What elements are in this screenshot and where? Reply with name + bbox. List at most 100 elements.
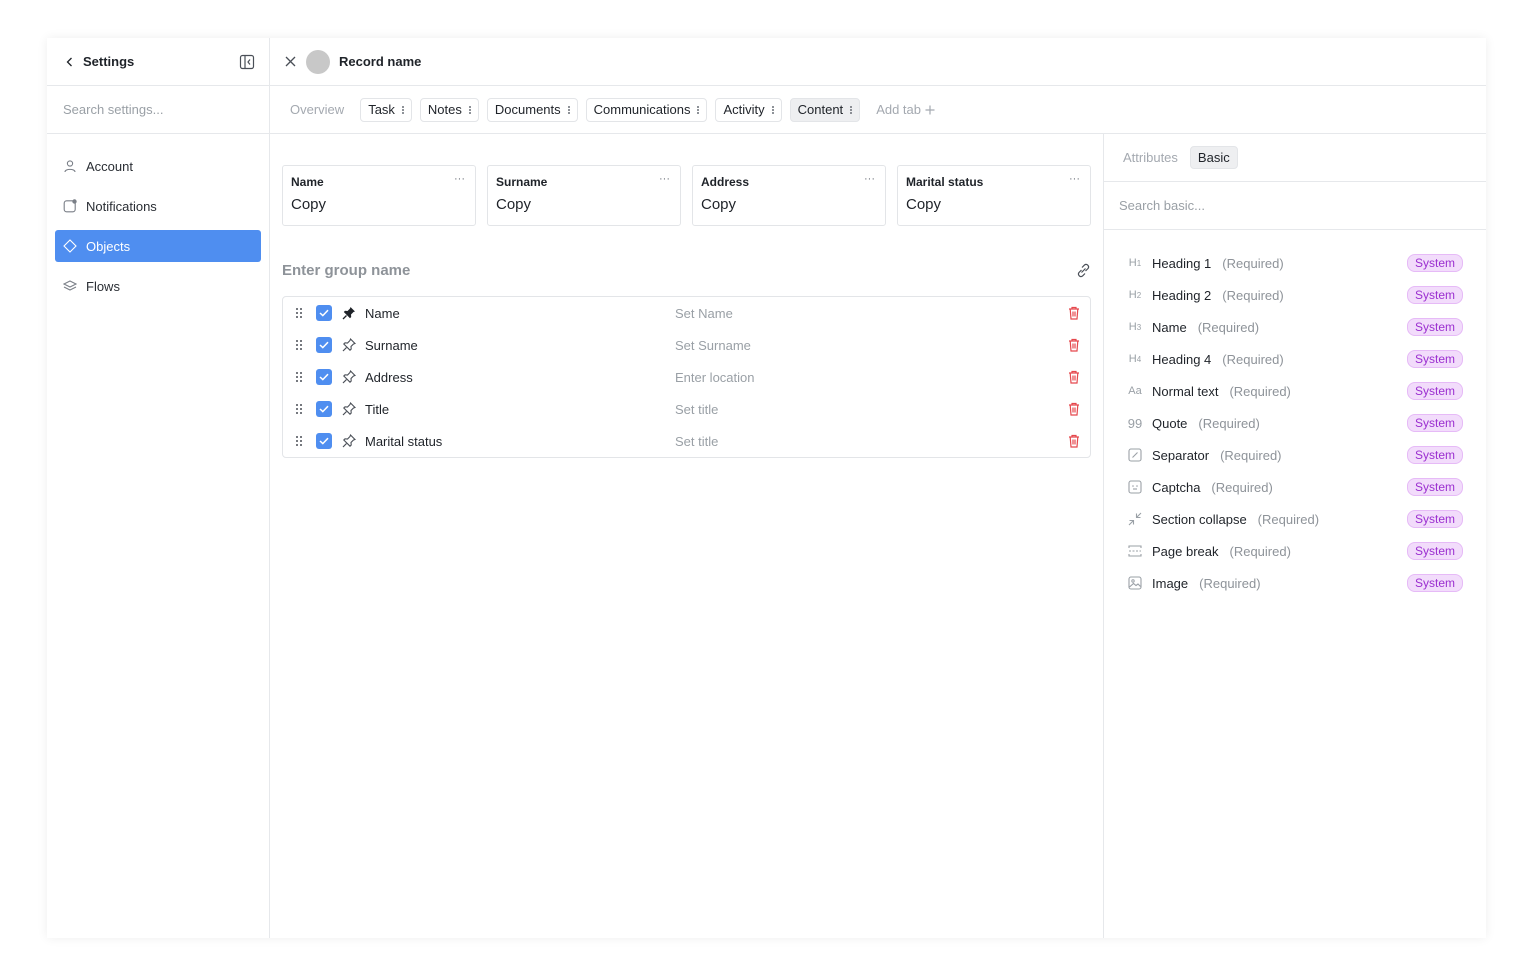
sidebar-item-label: Flows: [86, 278, 120, 294]
trash-icon[interactable]: [1066, 433, 1082, 449]
user-icon: [64, 160, 76, 173]
more-horizontal-icon[interactable]: ···: [659, 173, 670, 185]
more-vertical-icon[interactable]: [401, 105, 404, 114]
field-value-input[interactable]: [675, 337, 1066, 353]
trash-icon[interactable]: [1066, 305, 1082, 321]
drag-handle-icon[interactable]: [293, 434, 305, 448]
tab-notes[interactable]: Notes: [419, 97, 479, 122]
summary-card[interactable]: Surname ··· Copy: [487, 165, 681, 226]
more-horizontal-icon[interactable]: ···: [454, 173, 465, 185]
field-row: Title: [283, 393, 1090, 425]
main-area: Record name Overview Task Notes Document…: [270, 38, 1486, 938]
list-item[interactable]: Page break (Required) System: [1127, 535, 1463, 567]
system-badge: System: [1406, 478, 1463, 496]
pin-outline-icon[interactable]: [341, 337, 357, 353]
card-value: Copy: [496, 196, 532, 213]
list-item[interactable]: H4 Heading 4 (Required) System: [1127, 343, 1463, 375]
field-value-input[interactable]: [675, 433, 1066, 449]
drag-handle-icon[interactable]: [293, 370, 305, 384]
list-item[interactable]: Section collapse (Required) System: [1127, 503, 1463, 535]
group-name-input[interactable]: [282, 261, 682, 279]
image-icon: [1127, 575, 1143, 591]
tab-overview[interactable]: Overview: [290, 102, 344, 117]
field-checkbox[interactable]: [316, 337, 332, 353]
field-name: Name: [365, 305, 400, 321]
tab-documents[interactable]: Documents: [486, 97, 578, 122]
drag-handle-icon[interactable]: [293, 402, 305, 416]
more-horizontal-icon[interactable]: ···: [864, 173, 875, 185]
item-name: Quote: [1152, 415, 1188, 431]
list-item[interactable]: Aa Normal text (Required) System: [1127, 375, 1463, 407]
field-value-input[interactable]: [675, 401, 1066, 417]
add-tab-button[interactable]: Add tab: [876, 102, 935, 117]
more-vertical-icon[interactable]: [850, 105, 853, 114]
tab-content[interactable]: Content: [789, 97, 861, 122]
sidebar-title: Settings: [83, 54, 135, 69]
sidebar-item-account[interactable]: Account: [55, 150, 261, 182]
field-value-input[interactable]: [675, 305, 1066, 321]
list-item[interactable]: Captcha (Required) System: [1127, 471, 1463, 503]
collapse-sidebar-icon[interactable]: [239, 54, 255, 70]
more-vertical-icon[interactable]: [771, 105, 774, 114]
tab-attributes[interactable]: Attributes: [1123, 150, 1178, 165]
item-name: Heading 4: [1152, 351, 1212, 367]
tab-activity[interactable]: Activity: [715, 97, 782, 122]
trash-icon[interactable]: [1066, 369, 1082, 385]
drag-handle-icon[interactable]: [293, 306, 305, 320]
system-badge: System: [1406, 382, 1463, 400]
field-checkbox[interactable]: [316, 369, 332, 385]
list-item[interactable]: Separator (Required) System: [1127, 439, 1463, 471]
field-value-input[interactable]: [675, 369, 1066, 385]
card-label: Marital status: [906, 175, 984, 189]
basic-search-input[interactable]: [1119, 198, 1471, 213]
field-checkbox[interactable]: [316, 305, 332, 321]
card-label: Address: [701, 175, 750, 189]
tab-communications[interactable]: Communications: [585, 97, 708, 122]
back-icon[interactable]: [63, 55, 77, 69]
panel-search: [1104, 182, 1486, 230]
list-item[interactable]: Image (Required) System: [1127, 567, 1463, 599]
sidebar-item-notifications[interactable]: Notifications: [55, 190, 261, 222]
content-row: Name ··· Copy Surname ··· Copy Address ·…: [270, 134, 1486, 938]
system-badge: System: [1406, 254, 1463, 272]
list-item[interactable]: 99 Quote (Required) System: [1127, 407, 1463, 439]
tab-basic[interactable]: Basic: [1189, 146, 1238, 169]
separator-icon: [1127, 447, 1143, 463]
summary-card[interactable]: Marital status ··· Copy: [897, 165, 1091, 226]
pin-filled-icon[interactable]: [341, 305, 357, 321]
summary-cards: Name ··· Copy Surname ··· Copy Address ·…: [282, 165, 1091, 226]
list-item[interactable]: H1 Heading 1 (Required) System: [1127, 247, 1463, 279]
unlink-icon[interactable]: [1075, 262, 1091, 278]
pin-outline-icon[interactable]: [341, 401, 357, 417]
card-label: Name: [291, 175, 324, 189]
trash-icon[interactable]: [1066, 337, 1082, 353]
close-icon[interactable]: [282, 54, 298, 70]
item-required: (Required): [1198, 415, 1260, 431]
system-badge: System: [1406, 574, 1463, 592]
sidebar-item-flows[interactable]: Flows: [55, 270, 261, 302]
summary-card[interactable]: Address ··· Copy: [692, 165, 886, 226]
more-vertical-icon[interactable]: [468, 105, 471, 114]
text-icon: Aa: [1128, 385, 1142, 397]
quote-icon: 99: [1127, 415, 1143, 431]
more-vertical-icon[interactable]: [697, 105, 700, 114]
field-checkbox[interactable]: [316, 401, 332, 417]
pin-outline-icon[interactable]: [341, 433, 357, 449]
field-checkbox[interactable]: [316, 433, 332, 449]
pin-outline-icon[interactable]: [341, 369, 357, 385]
tab-label: Documents: [494, 102, 561, 117]
summary-card[interactable]: Name ··· Copy: [282, 165, 476, 226]
record-name: Record name: [339, 54, 422, 69]
trash-icon[interactable]: [1066, 401, 1082, 417]
sidebar-item-objects[interactable]: Objects: [55, 230, 261, 262]
more-vertical-icon[interactable]: [567, 105, 570, 114]
drag-handle-icon[interactable]: [293, 338, 305, 352]
system-badge: System: [1406, 350, 1463, 368]
settings-search-input[interactable]: [63, 102, 253, 117]
more-horizontal-icon[interactable]: ···: [1069, 173, 1080, 185]
tab-task[interactable]: Task: [360, 97, 412, 122]
item-name: Image: [1152, 575, 1189, 591]
list-item[interactable]: H2 Heading 2 (Required) System: [1127, 279, 1463, 311]
item-name: Section collapse: [1152, 511, 1247, 527]
list-item[interactable]: H3 Name (Required) System: [1127, 311, 1463, 343]
